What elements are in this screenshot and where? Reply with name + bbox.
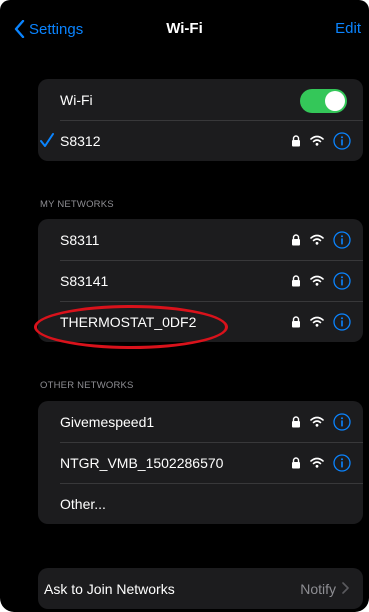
wifi-toggle-label: Wi-Fi [60, 91, 93, 108]
page-title: Wi-Fi [166, 20, 203, 37]
lock-icon [291, 134, 301, 147]
network-icons [291, 260, 351, 301]
network-icons [291, 120, 351, 161]
wifi-icon [310, 135, 324, 146]
network-row[interactable]: NTGR_VMB_1502286570 [38, 442, 363, 483]
network-name: S83141 [60, 272, 109, 289]
network-icons [291, 301, 351, 342]
wifi-icon [310, 416, 324, 427]
wifi-icon [310, 457, 324, 468]
checkmark-icon [40, 131, 54, 152]
my-networks-group: S8311 S83141 THERMOSTAT_0DF2 [38, 219, 363, 342]
network-name: THERMOSTAT_0DF2 [60, 313, 197, 330]
connected-network-row[interactable]: S8312 [38, 120, 363, 161]
my-networks-header: MY NETWORKS [40, 199, 114, 210]
network-row[interactable]: S83141 [38, 260, 363, 301]
lock-icon [291, 456, 301, 469]
connected-network-name: S8312 [60, 132, 101, 149]
lock-icon [291, 274, 301, 287]
network-name: S8311 [60, 231, 100, 248]
info-icon[interactable] [333, 230, 351, 249]
wifi-group: Wi-Fi S8312 [38, 79, 363, 161]
info-icon[interactable] [333, 131, 351, 150]
other-network-row[interactable]: Other... [38, 483, 363, 524]
other-networks-group: Givemespeed1 NTGR_VMB_1502286570 Other..… [38, 401, 363, 524]
ask-to-join-row[interactable]: Ask to Join Networks Notify [38, 568, 363, 609]
chevron-right-icon [342, 581, 349, 597]
wifi-toggle[interactable] [300, 89, 347, 113]
other-networks-header: OTHER NETWORKS [40, 380, 134, 391]
info-icon[interactable] [333, 312, 351, 331]
wifi-icon [310, 275, 324, 286]
wifi-toggle-row: Wi-Fi [38, 79, 363, 120]
toggle-knob [325, 91, 345, 111]
ask-to-join-group: Ask to Join Networks Notify [38, 568, 363, 609]
other-network-label: Other... [60, 495, 106, 512]
navigation-bar: Settings Wi-Fi Edit [0, 0, 369, 60]
ask-to-join-value: Notify [300, 581, 349, 597]
info-icon[interactable] [333, 453, 351, 472]
network-icons [291, 401, 351, 442]
network-name: NTGR_VMB_1502286570 [60, 454, 224, 471]
info-icon[interactable] [333, 412, 351, 431]
network-row[interactable]: Givemespeed1 [38, 401, 363, 442]
edit-button[interactable]: Edit [335, 20, 361, 37]
network-icons [291, 442, 351, 483]
wifi-icon [310, 234, 324, 245]
settings-screen: Settings Wi-Fi Edit Wi-Fi S8312 MY NETWO… [0, 0, 369, 612]
lock-icon [291, 233, 301, 246]
lock-icon [291, 415, 301, 428]
ask-to-join-label: Ask to Join Networks [44, 580, 175, 597]
network-row[interactable]: THERMOSTAT_0DF2 [38, 301, 363, 342]
network-icons [291, 219, 351, 260]
ask-to-join-value-text: Notify [300, 580, 336, 597]
lock-icon [291, 315, 301, 328]
network-row[interactable]: S8311 [38, 219, 363, 260]
info-icon[interactable] [333, 271, 351, 290]
network-name: Givemespeed1 [60, 413, 155, 430]
wifi-icon [310, 316, 324, 327]
